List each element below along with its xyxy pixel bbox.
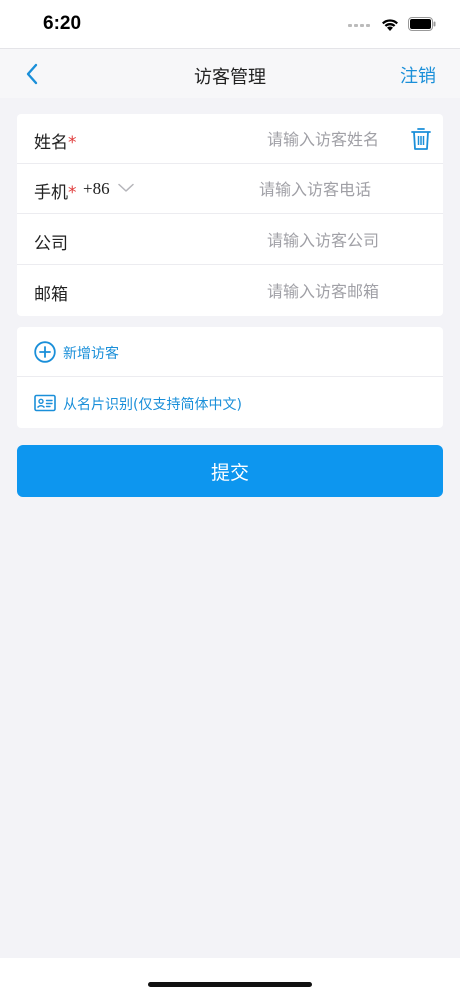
status-indicators [348, 15, 436, 33]
navigation-bar: 访客管理 注销 [0, 48, 460, 98]
battery-icon [408, 17, 436, 31]
phone-input[interactable] [157, 174, 371, 204]
phone-label: 手机* [34, 183, 77, 203]
logout-button[interactable]: 注销 [400, 62, 436, 88]
name-input[interactable] [167, 124, 379, 154]
submit-button[interactable]: 提交 [17, 445, 443, 497]
wifi-icon [380, 17, 400, 32]
page-title: 访客管理 [194, 67, 266, 88]
add-circle-icon [34, 341, 56, 363]
required-mark: * [68, 183, 77, 203]
name-row: 姓名* [17, 114, 443, 164]
actions-card: 新增访客 从名片识别(仅支持简体中文) [17, 327, 443, 428]
visitor-form: 姓名* 手机* +86 公司 邮箱 [17, 114, 443, 316]
home-indicator[interactable] [148, 982, 312, 987]
scan-business-card-label: 从名片识别(仅支持简体中文) [63, 397, 242, 413]
email-row: 邮箱 [17, 266, 443, 316]
scan-business-card-button[interactable]: 从名片识别(仅支持简体中文) [17, 378, 443, 428]
delete-visitor-button[interactable] [411, 127, 431, 151]
phone-row: 手机* +86 [17, 164, 443, 214]
company-input[interactable] [167, 225, 379, 255]
required-mark: * [68, 133, 77, 153]
add-visitor-label: 新增访客 [63, 346, 119, 362]
id-card-icon [34, 394, 56, 412]
company-row: 公司 [17, 215, 443, 265]
company-label: 公司 [34, 234, 68, 254]
name-label: 姓名* [34, 133, 77, 153]
trash-icon [411, 128, 431, 150]
add-visitor-button[interactable]: 新增访客 [17, 327, 443, 377]
cellular-signal-icon [348, 21, 372, 27]
country-code[interactable]: +86 [83, 179, 110, 199]
status-time: 6:20 [43, 13, 82, 34]
chevron-down-icon[interactable] [118, 183, 134, 193]
bottom-safe-area [0, 958, 460, 996]
status-bar: 6:20 [0, 0, 460, 48]
email-label: 邮箱 [34, 285, 68, 305]
email-input[interactable] [167, 276, 379, 306]
